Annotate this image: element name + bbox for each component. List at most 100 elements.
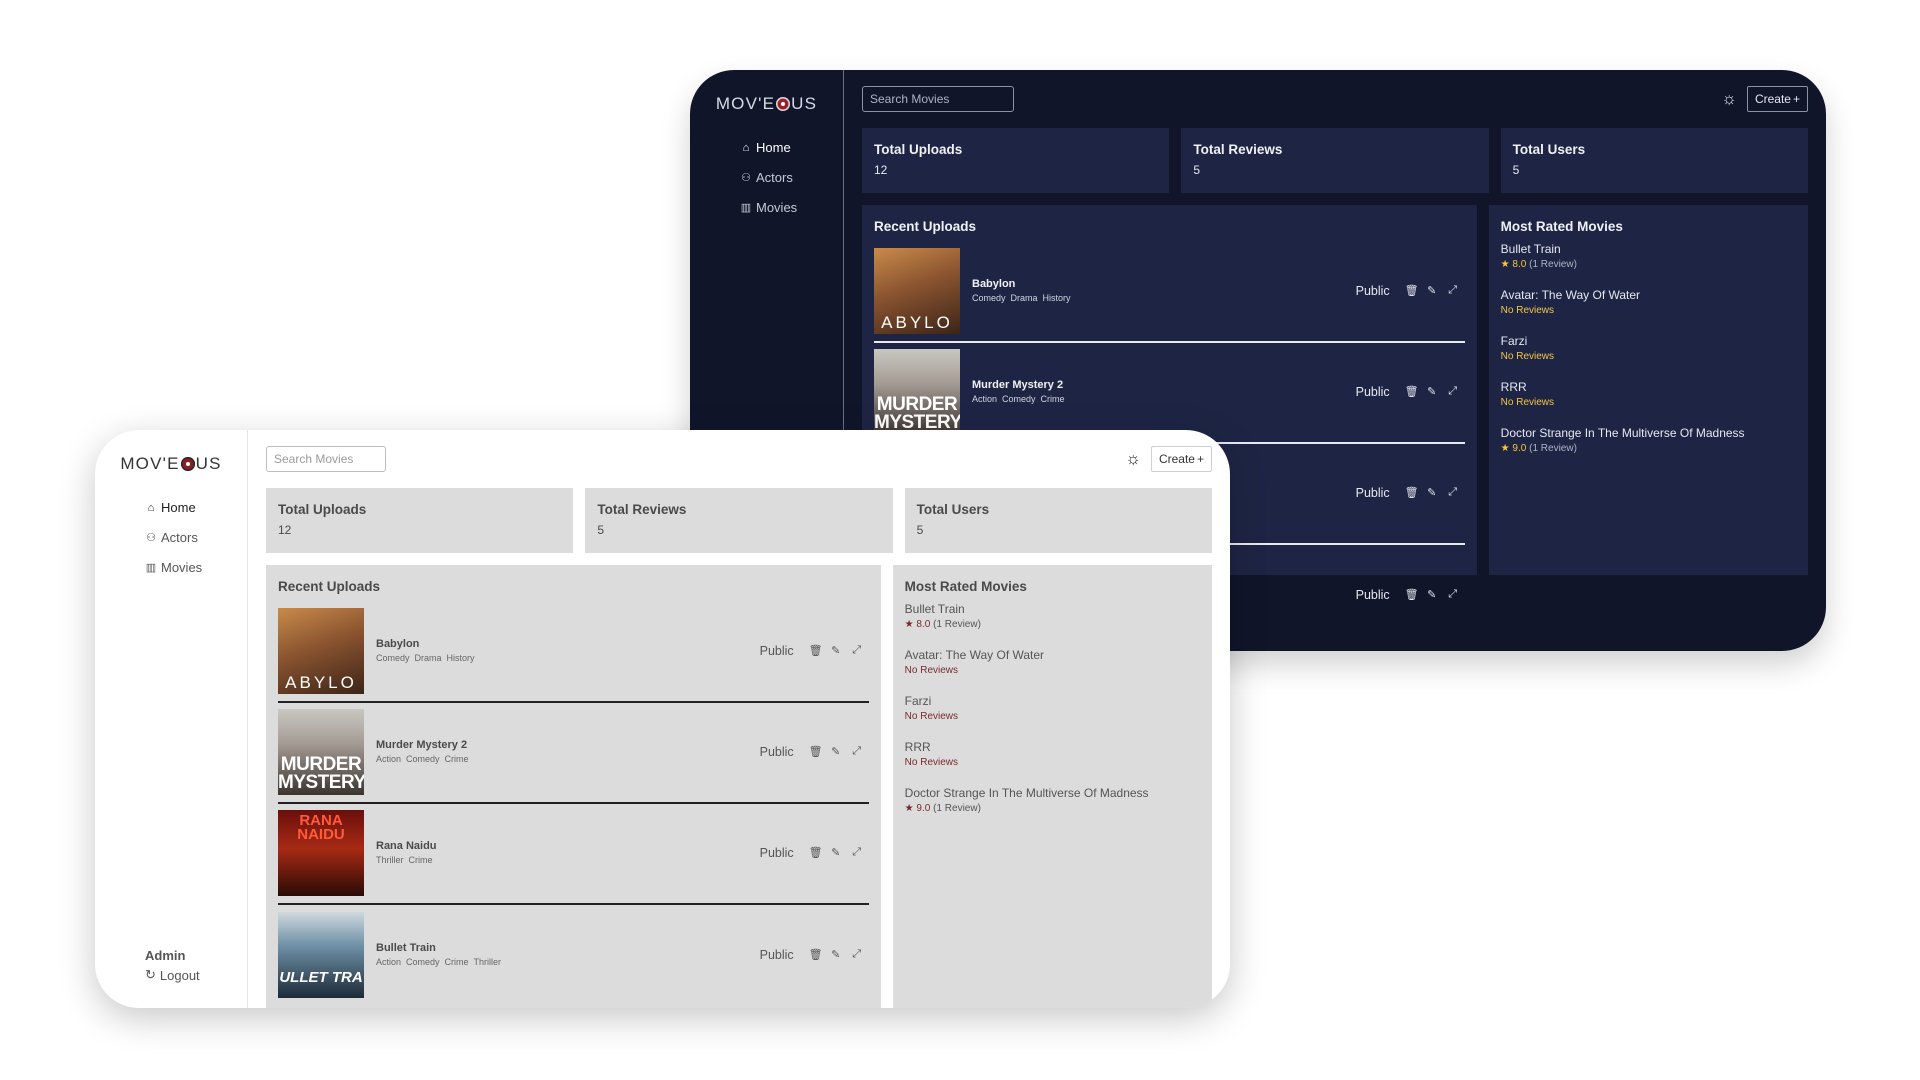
rating-meta: No Reviews: [905, 711, 1200, 722]
rated-item[interactable]: RRR No Reviews: [1501, 380, 1796, 408]
stat-label: Total Uploads: [874, 142, 963, 157]
stat-card-total-uploads: Total Uploads 12: [862, 128, 1170, 193]
rated-item[interactable]: Doctor Strange In The Multiverse Of Madn…: [905, 786, 1200, 814]
genre-list: Action Comedy Crime: [972, 394, 1356, 404]
trash-icon[interactable]: 🗑: [1405, 486, 1419, 499]
expand-icon[interactable]: ⤢: [1447, 284, 1459, 297]
trash-icon[interactable]: 🗑: [1405, 284, 1419, 297]
rating-score: 9.0: [1512, 443, 1527, 454]
rated-item[interactable]: Farzi No Reviews: [1501, 334, 1796, 362]
star-icon: ★: [904, 803, 914, 814]
logo-text-mid: 'E: [758, 94, 776, 113]
trash-icon[interactable]: 🗑: [809, 745, 823, 758]
genre-tag: Crime: [444, 754, 469, 764]
movie-poster[interactable]: RANA NAIDU: [278, 809, 364, 896]
pencil-icon[interactable]: ✎: [830, 846, 842, 859]
rated-movie-name: Doctor Strange In The Multiverse Of Madn…: [1500, 426, 1745, 440]
theme-toggle-sun-icon[interactable]: ☼: [1721, 89, 1737, 109]
rated-item[interactable]: RRR No Reviews: [905, 740, 1200, 768]
movie-poster[interactable]: MURDER MYSTERY: [874, 348, 960, 435]
row-actions: Public 🗑 ✎ ⤢: [760, 846, 869, 860]
create-button[interactable]: Create +: [1150, 446, 1212, 472]
sidebar-item-label: Home: [161, 500, 196, 515]
pencil-icon[interactable]: ✎: [830, 745, 842, 758]
plus-icon: +: [1792, 92, 1800, 106]
recent-uploads-list: ABYLO Babylon Comedy Drama History Public 🗑 ✎…: [278, 602, 869, 1006]
no-reviews-label: No Reviews: [1500, 305, 1555, 316]
movie-info: Murder Mystery 2 Action Comedy Crime: [376, 739, 760, 764]
search-input[interactable]: [266, 446, 386, 472]
panel-title: Recent Uploads: [874, 219, 977, 234]
expand-icon[interactable]: ⤢: [1447, 486, 1459, 499]
genre-list: Action Comedy Crime Thriller: [376, 957, 760, 967]
rating-meta: No Reviews: [1501, 305, 1796, 316]
genre-tag: Thriller: [473, 957, 502, 967]
pencil-icon[interactable]: ✎: [830, 948, 842, 961]
expand-icon[interactable]: ⤢: [851, 948, 863, 961]
app-logo[interactable]: MOV 'E US: [716, 94, 817, 114]
pencil-icon[interactable]: ✎: [1426, 385, 1438, 398]
trash-icon[interactable]: 🗑: [1405, 385, 1419, 398]
app-logo[interactable]: MOV 'E US: [120, 454, 221, 474]
trash-icon[interactable]: 🗑: [809, 948, 823, 961]
sidebar-item-movies[interactable]: ▥ Movies: [145, 560, 247, 575]
sidebar-item-home[interactable]: ⌂ Home: [740, 140, 843, 155]
panel-title: Most Rated Movies: [1500, 219, 1623, 234]
pencil-icon[interactable]: ✎: [1426, 588, 1438, 601]
movie-info: Babylon Comedy Drama History: [972, 278, 1356, 303]
sidebar-item-movies[interactable]: ▥ Movies: [740, 200, 843, 215]
pencil-icon[interactable]: ✎: [830, 644, 842, 657]
create-button-label: Create: [1754, 92, 1791, 106]
logout-button[interactable]: ↻ Logout: [145, 967, 200, 983]
rated-item[interactable]: Avatar: The Way Of Water No Reviews: [1501, 288, 1796, 316]
genre-tag: Comedy: [972, 293, 1006, 303]
trash-icon[interactable]: 🗑: [1405, 588, 1419, 601]
visibility-status: Public: [759, 947, 794, 962]
rated-movie-name: Bullet Train: [1500, 242, 1561, 256]
film-reel-icon: [776, 97, 791, 111]
search-input[interactable]: [862, 86, 1014, 112]
theme-toggle-sun-icon[interactable]: ☼: [1125, 449, 1141, 469]
no-reviews-label: No Reviews: [1500, 397, 1555, 408]
expand-icon[interactable]: ⤢: [851, 745, 863, 758]
sidebar-nav: ⌂ Home ⚇ Actors ▥ Movies: [690, 140, 843, 215]
trash-icon[interactable]: 🗑: [809, 846, 823, 859]
movie-poster[interactable]: MURDER MYSTERY: [278, 708, 364, 795]
pencil-icon[interactable]: ✎: [1426, 486, 1438, 499]
rated-item[interactable]: Farzi No Reviews: [905, 694, 1200, 722]
poster-text: ABYLO: [881, 313, 953, 333]
movie-poster[interactable]: ULLET TRA: [278, 911, 364, 998]
expand-icon[interactable]: ⤢: [851, 644, 863, 657]
stat-card-total-uploads: Total Uploads 12: [266, 488, 574, 553]
sidebar-item-actors[interactable]: ⚇ Actors: [740, 170, 843, 185]
plus-icon: +: [1196, 452, 1204, 466]
rating-meta: No Reviews: [905, 757, 1200, 768]
movie-info: Murder Mystery 2 Action Comedy Crime: [972, 379, 1356, 404]
rated-movie-name: Avatar: The Way Of Water: [904, 648, 1045, 662]
poster-text: MURDER MYSTERY: [278, 754, 364, 794]
rated-item[interactable]: Avatar: The Way Of Water No Reviews: [905, 648, 1200, 676]
pencil-icon[interactable]: ✎: [1426, 284, 1438, 297]
movie-poster[interactable]: ABYLO: [278, 607, 364, 694]
movie-poster[interactable]: ABYLO: [874, 247, 960, 334]
rated-item[interactable]: Doctor Strange In The Multiverse Of Madn…: [1501, 426, 1796, 454]
movie-title: Babylon: [376, 638, 420, 650]
create-button[interactable]: Create +: [1746, 86, 1808, 112]
expand-icon[interactable]: ⤢: [1447, 385, 1459, 398]
create-button-label: Create: [1158, 452, 1195, 466]
sidebar-nav: ⌂ Home ⚇ Actors ▥ Movies: [95, 500, 247, 575]
sidebar-item-actors[interactable]: ⚇ Actors: [145, 530, 247, 545]
rated-item[interactable]: Bullet Train ★ 8.0 (1 Review): [905, 602, 1200, 630]
expand-icon[interactable]: ⤢: [851, 846, 863, 859]
review-count: (1 Review): [1529, 259, 1577, 270]
star-icon: ★: [904, 619, 914, 630]
trash-icon[interactable]: 🗑: [809, 644, 823, 657]
rated-item[interactable]: Bullet Train ★ 8.0 (1 Review): [1501, 242, 1796, 270]
rating-meta: No Reviews: [1501, 397, 1796, 408]
sidebar-item-home[interactable]: ⌂ Home: [145, 500, 247, 515]
rating-meta: ★ 8.0 (1 Review): [905, 619, 1200, 630]
visibility-status: Public: [759, 744, 794, 759]
top-bar: ☼ Create+: [862, 70, 1808, 128]
review-count: (1 Review): [933, 803, 981, 814]
expand-icon[interactable]: ⤢: [1447, 588, 1459, 601]
